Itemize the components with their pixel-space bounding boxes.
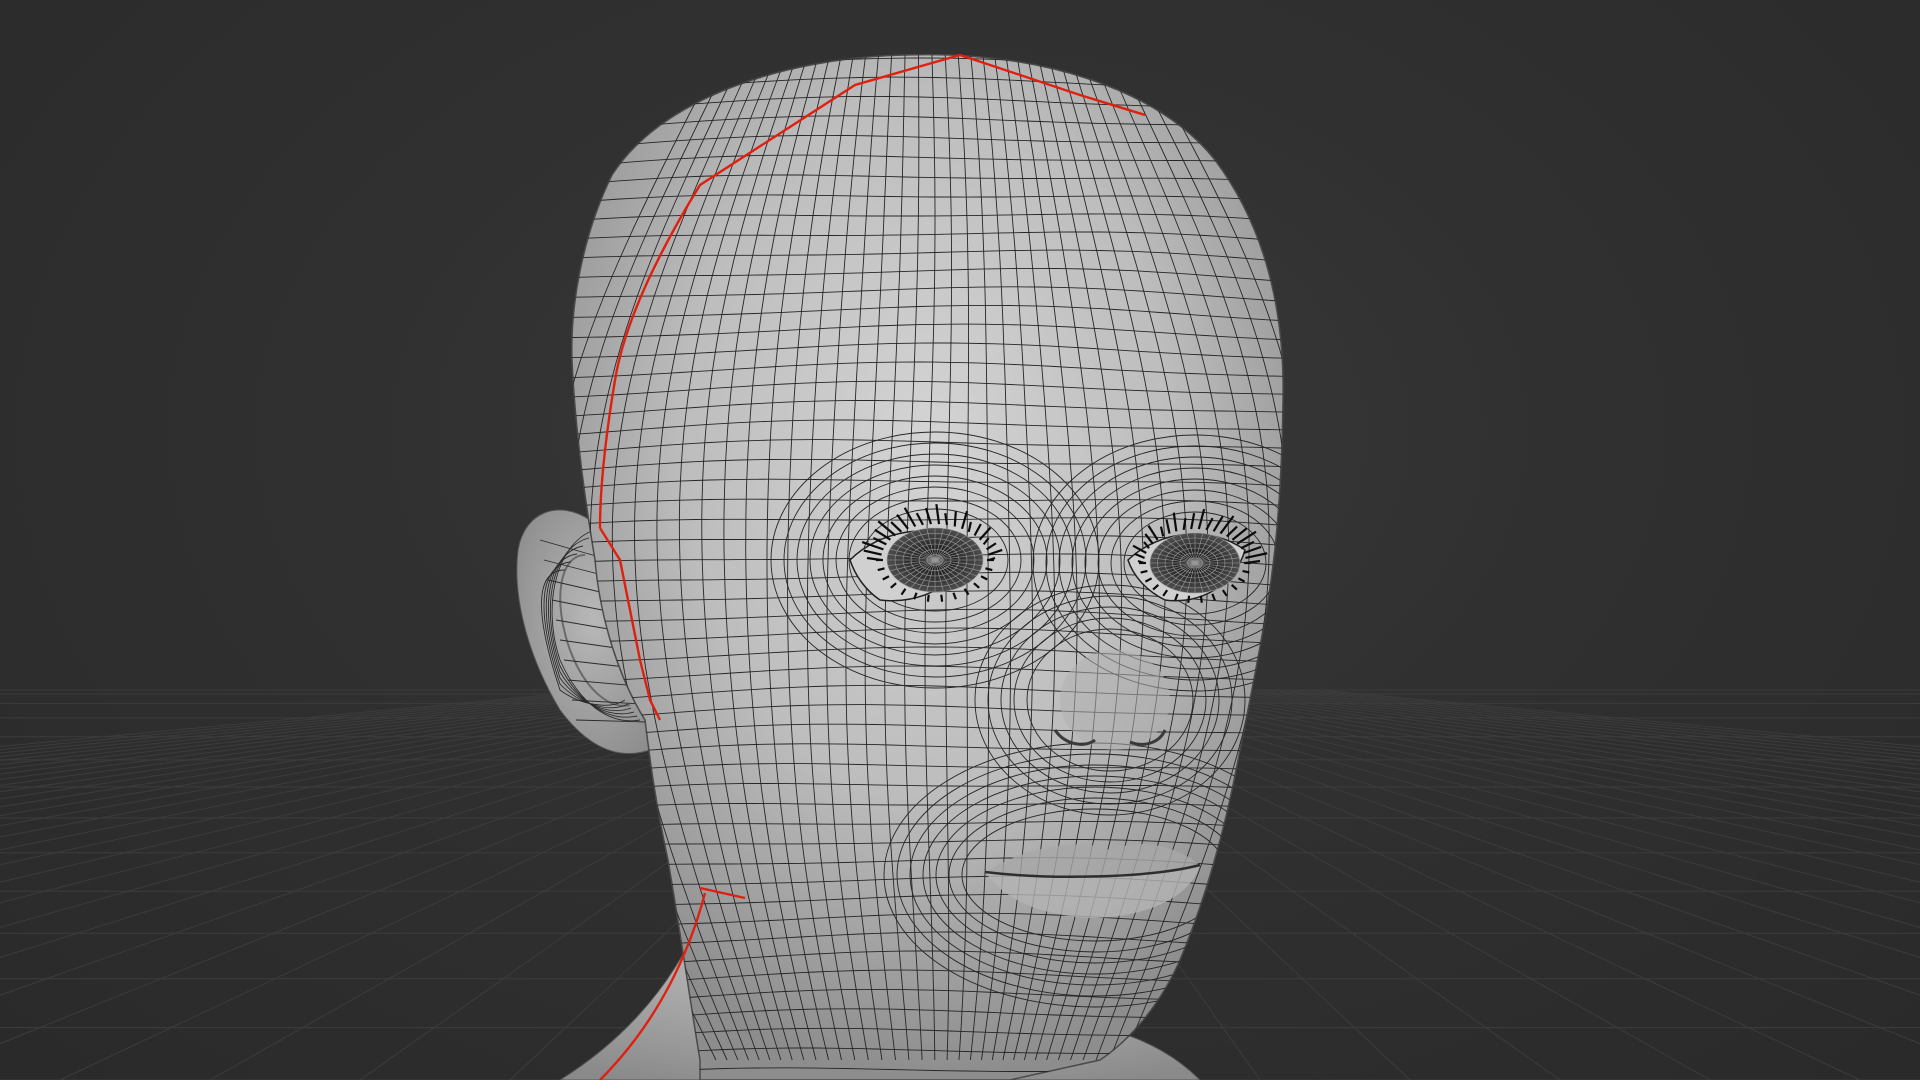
nose-shape: [1060, 650, 1170, 750]
3d-viewport[interactable]: [0, 0, 1920, 1080]
viewport-canvas[interactable]: [0, 0, 1920, 1080]
